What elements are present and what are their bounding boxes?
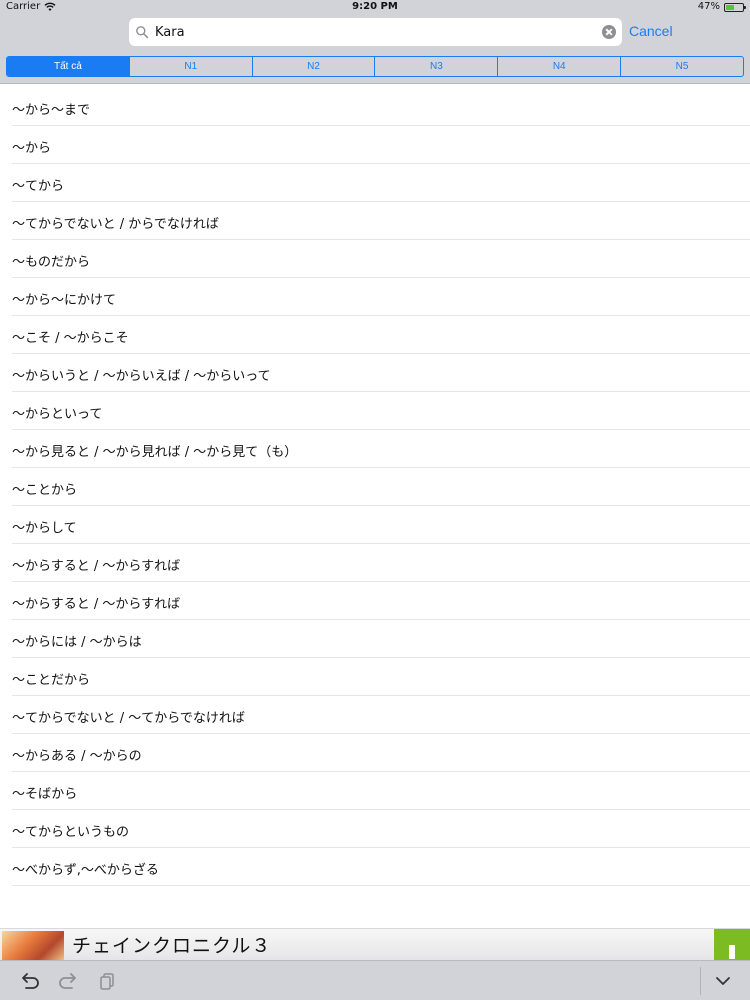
toolbar-divider — [700, 967, 701, 995]
list-item-label: ～から見ると / ～から見れば / ～から見て（も） — [12, 445, 298, 460]
chevron-down-icon[interactable] — [712, 971, 734, 991]
results-list: ～から～まで ～から ～てから ～てからでないと / からでなければ ～ものだか… — [0, 88, 750, 886]
list-item-label: ～からすると / ～からすれば — [12, 597, 181, 612]
list-item[interactable]: ～から～まで — [12, 88, 750, 126]
battery-fill — [726, 4, 734, 10]
list-item[interactable]: ～てからでないと / ～てからでなければ — [12, 696, 750, 734]
clock: 9:20 PM — [352, 1, 398, 12]
list-item-label: ～てからでないと / からでなければ — [12, 217, 219, 232]
list-item[interactable]: ～べからず,～べからざる — [12, 848, 750, 886]
segment-n5[interactable]: N5 — [620, 57, 743, 76]
list-item[interactable]: ～ことから — [12, 468, 750, 506]
list-item[interactable]: ～からには / ～からは — [12, 620, 750, 658]
list-item[interactable]: ～てからというもの — [12, 810, 750, 848]
list-item[interactable]: ～からといって — [12, 392, 750, 430]
bottom-toolbar — [0, 960, 750, 1000]
search-icon — [136, 26, 149, 39]
list-item-label: ～てから — [12, 179, 65, 194]
status-right: 47% — [697, 1, 746, 12]
list-item-label: ～から～にかけて — [12, 293, 117, 308]
list-item[interactable]: ～てからでないと / からでなければ — [12, 202, 750, 240]
list-item[interactable]: ～こそ / ～からこそ — [12, 316, 750, 354]
list-item[interactable]: ～からすると / ～からすれば — [12, 544, 750, 582]
list-item[interactable]: ～そばから — [12, 772, 750, 810]
list-item[interactable]: ～ものだから — [12, 240, 750, 278]
level-filter-segmented-control: Tất cả N1 N2 N3 N4 N5 — [6, 56, 744, 77]
list-item-label: ～からある / ～からの — [12, 749, 142, 764]
redo-icon[interactable] — [57, 971, 79, 991]
list-item-label: ～てからというもの — [12, 825, 130, 840]
list-item-label: ～からには / ～からは — [12, 635, 142, 650]
list-item-label: ～ことから — [12, 483, 78, 498]
list-item[interactable]: ～から見ると / ～から見れば / ～から見て（も） — [12, 430, 750, 468]
list-item-label: ～からいうと / ～からいえば / ～からいって — [12, 369, 271, 384]
list-item-label: ～からして — [12, 521, 77, 536]
list-item-label: ～ことだから — [12, 673, 91, 688]
search-header: Cancel Tất cả N1 N2 N3 N4 N5 — [0, 16, 750, 84]
ad-thumbnail — [2, 931, 64, 961]
list-item[interactable]: ～からいうと / ～からいえば / ～からいって — [12, 354, 750, 392]
list-item[interactable]: ～からすると / ～からすれば — [12, 582, 750, 620]
segment-all[interactable]: Tất cả — [7, 57, 129, 76]
ad-title: チェインクロニクル３ — [72, 935, 272, 957]
clipboard-icon[interactable] — [97, 971, 119, 991]
battery-percent: 47% — [697, 1, 720, 12]
clear-search-button[interactable] — [602, 25, 616, 39]
segment-n1[interactable]: N1 — [128, 57, 252, 76]
list-item-label: ～こそ / ～からこそ — [12, 331, 129, 346]
list-item-label: ～べからず,～べからざる — [12, 863, 159, 878]
list-item-label: ～から — [12, 141, 52, 156]
list-item-label: ～からすると / ～からすれば — [12, 559, 181, 574]
status-bar: Carrier 9:20 PM 47% — [0, 0, 750, 16]
cancel-button[interactable]: Cancel — [629, 23, 673, 39]
list-item[interactable]: ～からある / ～からの — [12, 734, 750, 772]
list-item[interactable]: ～から～にかけて — [12, 278, 750, 316]
list-item-label: ～てからでないと / ～てからでなければ — [12, 711, 245, 726]
list-item-label: ～そばから — [12, 787, 78, 802]
list-item-label: ～からといって — [12, 407, 103, 422]
ad-download-icon[interactable] — [714, 929, 750, 961]
segment-n2[interactable]: N2 — [251, 57, 375, 76]
list-item[interactable]: ～ことだから — [12, 658, 750, 696]
segment-n4[interactable]: N4 — [497, 57, 620, 76]
search-input[interactable] — [155, 24, 602, 40]
list-item[interactable]: ～からして — [12, 506, 750, 544]
list-item[interactable]: ～から — [12, 126, 750, 164]
battery-icon — [724, 2, 746, 12]
list-item-label: ～から～まで — [12, 103, 91, 118]
list-item[interactable]: ～てから — [12, 164, 750, 202]
undo-icon[interactable] — [19, 971, 41, 991]
ad-banner[interactable]: チェインクロニクル３ — [0, 928, 750, 961]
search-bar[interactable] — [129, 18, 622, 46]
segment-n3[interactable]: N3 — [374, 57, 497, 76]
list-item-label: ～ものだから — [12, 255, 91, 270]
